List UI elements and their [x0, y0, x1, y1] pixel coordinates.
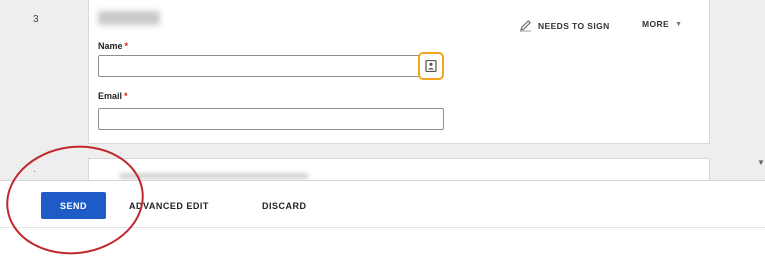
scroll-indicator: ▼ — [757, 158, 765, 167]
chevron-down-icon: ▼ — [675, 20, 683, 28]
name-field-label: Name * — [98, 41, 128, 51]
recipient-step-number: 3 — [33, 14, 39, 25]
send-button[interactable]: SEND — [41, 192, 106, 219]
more-label: MORE — [642, 19, 670, 29]
email-field-label: Email * — [98, 91, 128, 101]
contacts-button[interactable] — [418, 52, 444, 80]
contact-card-icon — [425, 60, 437, 72]
discard-button[interactable]: DISCARD — [262, 192, 307, 219]
name-required-mark: * — [124, 41, 129, 51]
recipient-name-blurred — [98, 11, 160, 25]
needs-to-sign-label: NEEDS TO SIGN — [538, 20, 610, 31]
email-label-text: Email — [98, 91, 123, 101]
next-recipient-step-number: · — [33, 166, 37, 177]
footer-action-bar: SEND ADVANCED EDIT DISCARD — [0, 180, 765, 228]
name-label-text: Name — [98, 41, 123, 51]
needs-to-sign-action[interactable]: NEEDS TO SIGN — [519, 19, 610, 32]
pen-icon — [519, 20, 532, 32]
more-dropdown[interactable]: MORE ▼ — [642, 19, 682, 29]
email-required-mark: * — [124, 91, 128, 101]
recipient-card: NEEDS TO SIGN MORE ▼ Name * Email * — [88, 0, 710, 144]
advanced-edit-button[interactable]: ADVANCED EDIT — [129, 192, 209, 219]
email-input[interactable] — [98, 108, 444, 130]
next-recipient-blurred-text — [119, 173, 309, 179]
name-input[interactable] — [98, 55, 444, 77]
